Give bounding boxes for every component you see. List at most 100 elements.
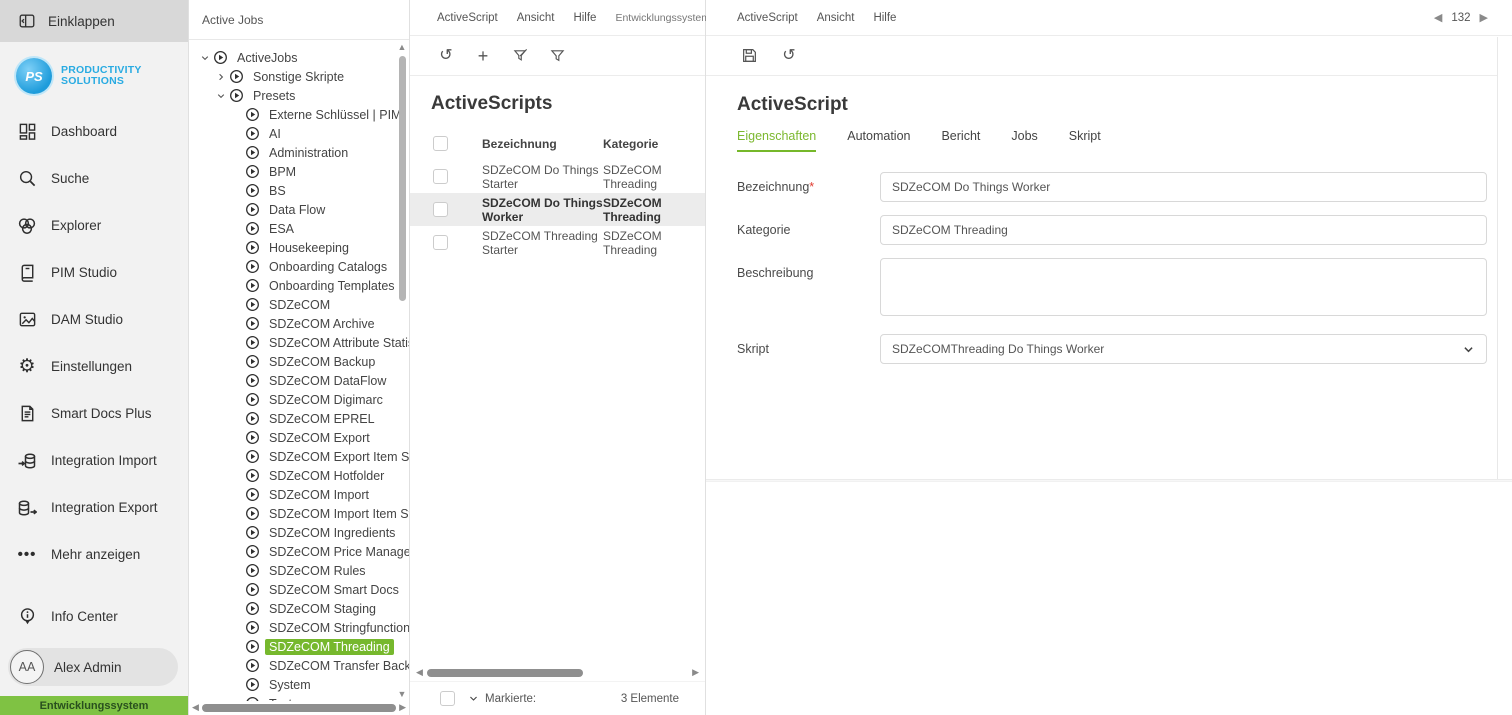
tree-item-sdzecom-attribute-statistics[interactable]: SDZeCOM Attribute Statistics — [189, 333, 409, 352]
tab-automation[interactable]: Automation — [847, 129, 910, 152]
scroll-right-icon[interactable]: ▶ — [692, 667, 699, 679]
save-icon[interactable] — [740, 47, 758, 65]
menu-ansicht[interactable]: Ansicht — [517, 12, 555, 24]
tree-item-sdzecom-archive[interactable]: SDZeCOM Archive — [189, 314, 409, 333]
sidebar-item-mehr-anzeigen[interactable]: ••• Mehr anzeigen — [0, 531, 188, 578]
sidebar-item-einstellungen[interactable]: ⚙ Einstellungen — [0, 343, 188, 390]
user-menu[interactable]: AA Alex Admin — [8, 648, 178, 686]
sidebar-item-dam-studio[interactable]: DAM Studio — [0, 296, 188, 343]
tab-skript[interactable]: Skript — [1069, 129, 1101, 152]
add-icon[interactable]: + — [474, 47, 492, 65]
chevron-down-icon[interactable] — [197, 53, 213, 63]
tree-item-system[interactable]: System — [189, 675, 409, 694]
tree-item-sdzecom-threading[interactable]: SDZeCOM Threading — [189, 637, 409, 656]
tree-item-onboarding-templates[interactable]: Onboarding Templates — [189, 276, 409, 295]
row-checkbox[interactable] — [433, 235, 448, 250]
sidebar-item-explorer[interactable]: Explorer — [0, 202, 188, 249]
table-row[interactable]: SDZeCOM Do Things Worker SDZeCOM Threadin… — [410, 193, 705, 226]
tree-item-sdzecom-import-item-sync[interactable]: SDZeCOM Import Item Sync — [189, 504, 409, 523]
skript-select[interactable]: SDZeCOMThreading Do Things Worker — [880, 334, 1487, 364]
sidebar-item-dashboard[interactable]: Dashboard — [0, 108, 188, 155]
sidebar-item-smart-docs-plus[interactable]: Smart Docs Plus — [0, 390, 188, 437]
next-page-icon[interactable]: ▶ — [1480, 11, 1488, 24]
tree-item-sdzecom-price-management[interactable]: SDZeCOM Price Management — [189, 542, 409, 561]
tree-item-housekeeping[interactable]: Housekeeping — [189, 238, 409, 257]
tree-vertical-scrollbar[interactable]: ▲ ▼ — [396, 42, 408, 701]
column-header-bezeichnung[interactable]: Bezeichnung — [482, 137, 603, 151]
clear-filter-icon[interactable] — [511, 47, 529, 65]
tree-hscroll-thumb[interactable] — [201, 704, 397, 712]
tree-item-sdzecom-smart-docs[interactable]: SDZeCOM Smart Docs — [189, 580, 409, 599]
table-row[interactable]: SDZeCOM Threading Starter SDZeCOM Threadi… — [410, 226, 705, 259]
sidebar-item-info-center[interactable]: Info Center — [0, 593, 188, 640]
tree-item-sdzecom-export[interactable]: SDZeCOM Export — [189, 428, 409, 447]
scroll-right-icon[interactable]: ▶ — [399, 702, 406, 714]
play-circle-icon — [245, 411, 260, 426]
kategorie-field[interactable] — [880, 215, 1487, 245]
filter-icon[interactable] — [548, 47, 566, 65]
sidebar-item-integration-export[interactable]: Integration Export — [0, 484, 188, 531]
table-row[interactable]: SDZeCOM Do Things Starter SDZeCOM Threadi… — [410, 160, 705, 193]
chevron-down-icon[interactable] — [468, 693, 479, 704]
tab-bericht[interactable]: Bericht — [941, 129, 980, 152]
sidebar-item-suche[interactable]: Suche — [0, 155, 188, 202]
tree-item-ai[interactable]: AI — [189, 124, 409, 143]
tree-item-data-flow[interactable]: Data Flow — [189, 200, 409, 219]
list-hscroll-thumb[interactable] — [426, 669, 583, 677]
tree-item-sdzecom-digimarc[interactable]: SDZeCOM Digimarc — [189, 390, 409, 409]
tab-eigenschaften[interactable]: Eigenschaften — [737, 129, 817, 152]
bezeichnung-field[interactable] — [880, 172, 1487, 202]
scroll-left-icon[interactable]: ◀ — [416, 667, 423, 679]
tree-vscroll-thumb[interactable] — [398, 56, 406, 301]
tree-item-sdzecom-export-item-sync[interactable]: SDZeCOM Export Item Sync — [189, 447, 409, 466]
refresh-icon[interactable]: ↺ — [780, 47, 798, 65]
scroll-down-icon[interactable]: ▼ — [398, 689, 407, 701]
tree-item-sdzecom-import[interactable]: SDZeCOM Import — [189, 485, 409, 504]
tree-item-sonstige-skripte[interactable]: Sonstige Skripte — [189, 67, 409, 86]
menu-ansicht[interactable]: Ansicht — [817, 12, 855, 24]
chevron-right-icon[interactable] — [213, 72, 229, 82]
row-checkbox[interactable] — [433, 169, 448, 184]
tree-item-sdzecom-ingredients[interactable]: SDZeCOM Ingredients — [189, 523, 409, 542]
tree-item-sdzecom-dataflow[interactable]: SDZeCOM DataFlow — [189, 371, 409, 390]
tree-item-esa[interactable]: ESA — [189, 219, 409, 238]
marked-checkbox[interactable] — [440, 691, 455, 706]
menu-hilfe[interactable]: Hilfe — [573, 12, 596, 24]
tree-item-presets[interactable]: Presets — [189, 86, 409, 105]
beschreibung-field[interactable] — [880, 258, 1487, 316]
tree-item-sdzecom-eprel[interactable]: SDZeCOM EPREL — [189, 409, 409, 428]
tree-item-label: Sonstige Skripte — [253, 69, 345, 84]
tree-item-sdzecom-hotfolder[interactable]: SDZeCOM Hotfolder — [189, 466, 409, 485]
collapse-sidebar-button[interactable]: Einklappen — [0, 0, 188, 42]
tree-item-sdzecom-transfer-backup[interactable]: SDZeCOM Transfer Backup — [189, 656, 409, 675]
tree-item-activejobs[interactable]: ActiveJobs — [189, 48, 409, 67]
refresh-icon[interactable]: ↺ — [437, 47, 455, 65]
tree-item-sdzecom-stringfunctions[interactable]: SDZeCOM Stringfunctions — [189, 618, 409, 637]
tree-horizontal-scrollbar[interactable]: ◀ ▶ — [189, 701, 409, 715]
select-all-checkbox[interactable] — [433, 136, 448, 151]
column-header-kategorie[interactable]: Kategorie — [603, 137, 705, 151]
tree-item-externe-schl-ssel-pim[interactable]: Externe Schlüssel | PIM — [189, 105, 409, 124]
play-circle-icon — [245, 183, 260, 198]
menu-hilfe[interactable]: Hilfe — [873, 12, 896, 24]
tree-item-sdzecom[interactable]: SDZeCOM — [189, 295, 409, 314]
scroll-left-icon[interactable]: ◀ — [192, 702, 199, 714]
tree-item-sdzecom-rules[interactable]: SDZeCOM Rules — [189, 561, 409, 580]
menu-activescript[interactable]: ActiveScript — [437, 12, 498, 24]
chevron-down-icon[interactable] — [213, 91, 229, 101]
previous-page-icon[interactable]: ◀ — [1434, 11, 1442, 24]
tree-item-bpm[interactable]: BPM — [189, 162, 409, 181]
sidebar-item-integration-import[interactable]: Integration Import — [0, 437, 188, 484]
tree-item-administration[interactable]: Administration — [189, 143, 409, 162]
tab-jobs[interactable]: Jobs — [1011, 129, 1037, 152]
sidebar-item-pim-studio[interactable]: PIM Studio — [0, 249, 188, 296]
tree-item-bs[interactable]: BS — [189, 181, 409, 200]
menu-activescript[interactable]: ActiveScript — [737, 12, 798, 24]
tree-item-sdzecom-staging[interactable]: SDZeCOM Staging — [189, 599, 409, 618]
tree-item-sdzecom-backup[interactable]: SDZeCOM Backup — [189, 352, 409, 371]
scroll-up-icon[interactable]: ▲ — [398, 42, 407, 54]
list-horizontal-scrollbar[interactable]: ◀ ▶ — [410, 665, 705, 681]
tree-item-onboarding-catalogs[interactable]: Onboarding Catalogs — [189, 257, 409, 276]
row-checkbox[interactable] — [433, 202, 448, 217]
play-circle-icon — [245, 164, 260, 179]
